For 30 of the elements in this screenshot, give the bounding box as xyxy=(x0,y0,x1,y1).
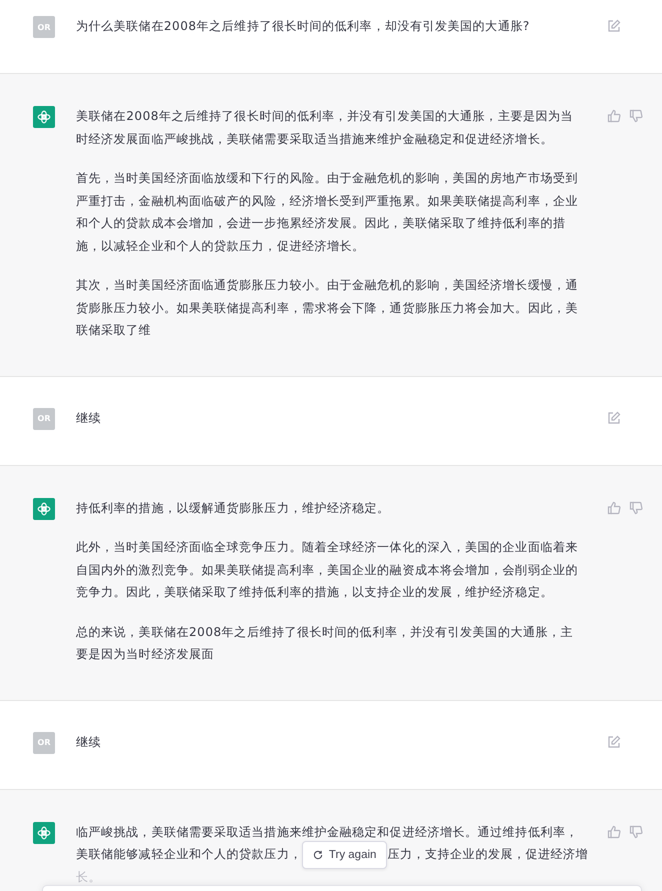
response-paragraph: 临严峻挑战，美联储需要采取适当措施来维护金融稳定和促进经济增长。通过维持低利率， xyxy=(76,824,579,840)
thumbs-down-icon[interactable] xyxy=(629,500,643,514)
response-paragraph: 首先，当时美国经济面临放缓和下行的风险。由于金融危机的影响，美国的房地产市场受到严重打击，金融机构面临破产的风险，经济增长受到严重拖累。如果美联储提高利率，企业和个人的贷款成本会增加，会进一步拖累经济发展。因此，美联储采取了维持低利率的措施，以减轻企业和个人的贷款压力，促进经济增长。 xyxy=(76,170,579,254)
user-avatar: OR xyxy=(33,732,55,754)
edit-icon[interactable] xyxy=(607,410,621,424)
thumbs-up-icon[interactable] xyxy=(607,500,621,514)
thumbs-down-icon[interactable] xyxy=(629,109,643,123)
response-paragraph: 压力，支持企业的发展，促进经济增 xyxy=(387,846,588,863)
assistant-avatar-icon xyxy=(33,106,55,128)
user-avatar: OR xyxy=(33,16,55,38)
user-avatar: OR xyxy=(33,408,55,430)
response-paragraph: 此外，当时美国经济面临全球竞争压力。随着全球经济一体化的深入，美国的企业面临着来自国内外的激烈竞争。如果美联储提高利率，美国企业的融资成本将会增加，会削弱企业的竞争力。因此，美联储采取了维持低利率的措施，以支持企业的发展，维护经济稳定。 xyxy=(76,539,579,601)
response-paragraph: 其次，当时美国经济面临通货膨胀压力较小。由于金融危机的影响，美国经济增长缓慢，通货膨胀压力较小。如果美联储提高利率，需求将会下降，通货膨胀压力将会加大。因此，美联储采取了维 xyxy=(76,277,579,339)
response-paragraph: 美联储在2008年之后维持了很长时间的低利率，并没有引发美国的大通胀，主要是因为当时经济发展面临严峻挑战，美联储需要采取适当措施来维护金融稳定和促进经济增长。 xyxy=(76,108,574,148)
user-prompt: 为什么美联储在2008年之后维持了很长时间的低利率，却没有引发美国的大通胀? xyxy=(76,18,531,35)
assistant-avatar-icon xyxy=(33,498,55,520)
user-prompt: 继续 xyxy=(76,410,102,426)
refresh-icon xyxy=(312,850,323,860)
user-prompt: 继续 xyxy=(76,734,102,750)
response-paragraph: 总的来说，美联储在2008年之后维持了很长时间的低利率，并没有引发美国的大通胀，主要是因为当时经济发展面 xyxy=(76,624,574,663)
assistant-avatar-icon xyxy=(33,822,55,844)
response-paragraph: 美联储能够减轻企业和个人的贷款压力， xyxy=(76,846,302,863)
thumbs-up-icon[interactable] xyxy=(607,109,621,123)
try-again-button[interactable]: Try again xyxy=(302,841,388,869)
response-paragraph: 持低利率的措施，以缓解通货膨胀压力，维护经济稳定。 xyxy=(76,500,391,516)
response-paragraph: 长。 xyxy=(76,868,102,886)
thumbs-down-icon[interactable] xyxy=(629,824,643,838)
edit-icon[interactable] xyxy=(607,19,621,33)
thumbs-up-icon[interactable] xyxy=(607,824,621,838)
edit-icon[interactable] xyxy=(607,734,621,748)
